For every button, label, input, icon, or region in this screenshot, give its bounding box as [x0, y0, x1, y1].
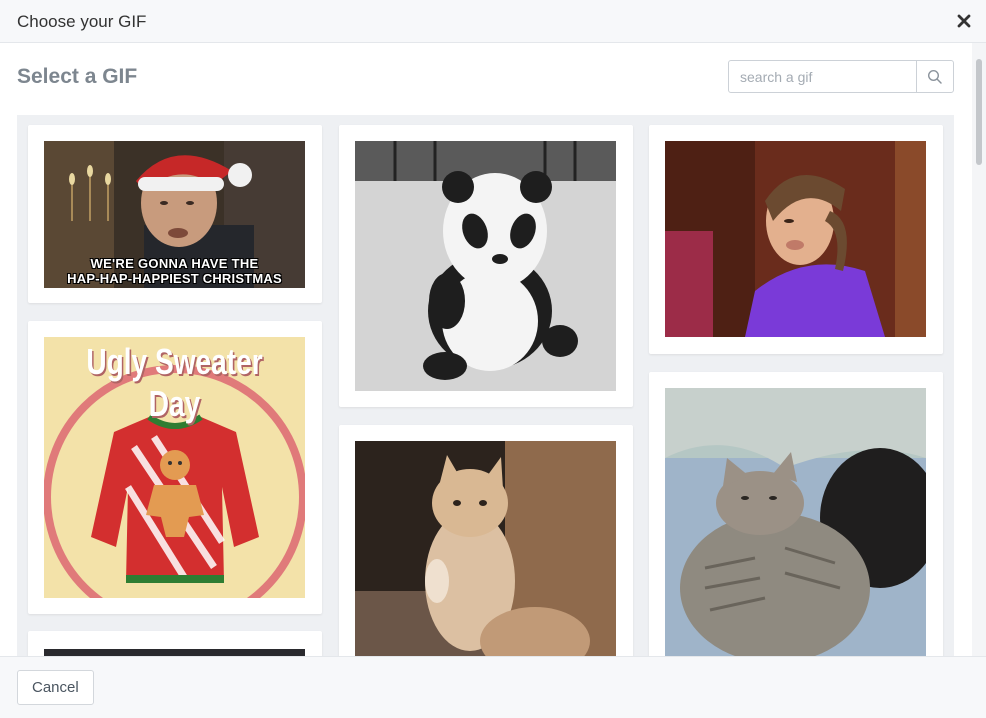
gif-ugly-sweater-image: Ugly Sweater Day — [44, 337, 305, 598]
close-icon — [957, 14, 971, 28]
section-title: Select a GIF — [17, 65, 138, 88]
search-button[interactable] — [916, 61, 953, 92]
gif-christmas-caption-2: HAP-HAP-HAPPIEST CHRISTMAS — [67, 271, 282, 286]
gif-card-partial[interactable] — [28, 631, 322, 656]
search-box — [728, 60, 954, 93]
modal-footer: Cancel — [0, 656, 986, 718]
gif-cuddling-kittens-image — [665, 388, 926, 656]
gif-card-christmas[interactable]: WE'RE GONNA HAVE THE HAP-HAP-HAPPIEST CH… — [28, 125, 322, 303]
search-icon — [927, 69, 942, 84]
gif-girl-image — [665, 141, 926, 337]
gif-ugly-sweater-caption: Ugly Sweater Day — [86, 341, 263, 424]
scrollbar[interactable] — [972, 43, 986, 656]
gif-card-girl[interactable] — [649, 125, 943, 354]
gif-card-kitten[interactable] — [339, 425, 633, 656]
modal-title: Choose your GIF — [17, 12, 147, 31]
gif-christmas-caption-1: WE'RE GONNA HAVE THE — [90, 256, 259, 271]
gif-picker-body: Select a GIF search a gif WE'RE GONNA HA… — [0, 43, 972, 656]
gif-kitten-image — [355, 441, 616, 656]
gif-card-ugly-sweater[interactable]: Ugly Sweater Day — [28, 321, 322, 614]
gif-grid: WE'RE GONNA HAVE THE HAP-HAP-HAPPIEST CH… — [17, 115, 954, 656]
close-button[interactable] — [952, 9, 976, 33]
gif-card-panda[interactable] — [339, 125, 633, 407]
gif-christmas-image: WE'RE GONNA HAVE THE HAP-HAP-HAPPIEST CH… — [44, 141, 305, 288]
scrollbar-thumb[interactable] — [976, 59, 982, 165]
gif-partial-image — [44, 649, 305, 656]
modal-header: Choose your GIF — [0, 0, 986, 43]
search-input[interactable] — [729, 61, 916, 92]
gif-card-cuddling-kittens[interactable] — [649, 372, 943, 656]
gif-panda-image — [355, 141, 616, 391]
cancel-button[interactable]: Cancel — [17, 670, 94, 705]
